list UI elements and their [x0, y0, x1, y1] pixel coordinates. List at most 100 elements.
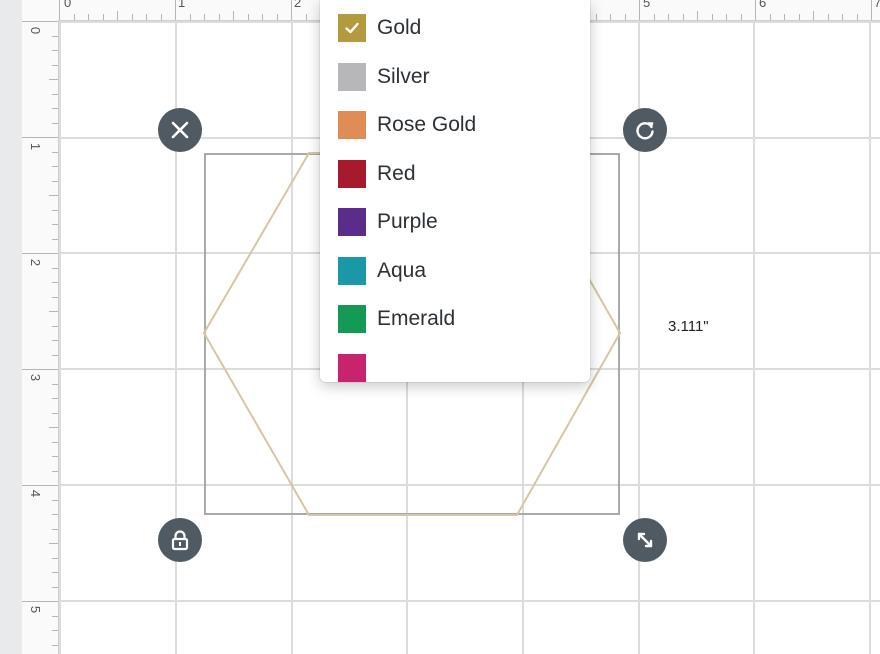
ruler-tick [22, 253, 58, 254]
color-option-label: Emerald [377, 307, 456, 330]
ruler-tick [52, 64, 58, 66]
color-swatch [338, 159, 366, 188]
ruler-tick [189, 14, 191, 20]
ruler-tick [871, 0, 872, 20]
color-option-label: Red [377, 161, 416, 185]
ruler-tick [88, 14, 89, 20]
ruler-tick [52, 180, 58, 182]
checkmark-icon [345, 22, 359, 34]
color-option[interactable]: Purple [320, 202, 590, 242]
color-option[interactable]: Red [320, 154, 590, 194]
color-option[interactable] [320, 348, 590, 383]
ruler-tick [49, 195, 58, 196]
ruler-tick [160, 14, 162, 20]
ruler-tick [52, 630, 58, 631]
ruler-label-7: 7 [874, 0, 880, 10]
ruler-tick [52, 296, 58, 298]
color-dropdown-menu[interactable]: Gold Silver Rose Gold Red Purple Aqua Emerald [320, 0, 590, 382]
ruler-tick [22, 369, 58, 370]
ruler-tick [52, 470, 58, 472]
ruler-tick [52, 572, 58, 573]
ruler-tick [52, 282, 58, 283]
rotate-handle[interactable] [623, 108, 667, 152]
ruler-tick [697, 11, 698, 20]
color-option-label: Rose Gold [377, 113, 477, 136]
color-option-label: Aqua [377, 258, 427, 282]
ruler-tick [22, 485, 58, 486]
ruler-tick [740, 14, 742, 20]
ruler-tick [146, 14, 147, 20]
ruler-tick [117, 11, 118, 20]
color-option[interactable]: Rose Gold [320, 105, 590, 145]
ruler-tick [52, 615, 58, 617]
ruler-tick [52, 499, 58, 501]
ruler-tick [52, 238, 58, 240]
ruler-tick [59, 0, 60, 20]
ruler-tick [102, 14, 104, 20]
ruler-tick [49, 311, 58, 312]
ruler-tick [52, 557, 58, 559]
rotate-icon [636, 122, 654, 140]
ruler-tick [827, 14, 829, 20]
ruler-tick [52, 166, 58, 167]
ruler-tick [262, 14, 263, 20]
lock-handle[interactable] [158, 518, 202, 562]
ruler-tick [52, 514, 58, 515]
grid-line [753, 21, 755, 654]
ruler-label-v0: 0 [28, 26, 44, 35]
ruler-tick [52, 441, 58, 443]
ruler-tick [595, 14, 597, 20]
ruler-tick [175, 0, 176, 20]
close-icon [171, 121, 189, 139]
ruler-tick [52, 340, 58, 341]
ruler-tick [624, 14, 626, 20]
ruler-label-6: 6 [759, 0, 767, 10]
delete-handle[interactable] [158, 108, 202, 152]
color-swatch [338, 208, 366, 236]
ruler-tick [73, 14, 75, 20]
ruler-label-v5: 5 [28, 605, 44, 614]
ruler-tick [52, 586, 58, 588]
ruler-tick [291, 0, 292, 20]
ruler-tick [204, 14, 205, 20]
ruler-label-v4: 4 [28, 489, 44, 498]
color-option[interactable]: Silver [320, 57, 590, 97]
ruler-tick [247, 14, 249, 20]
ruler-label-v1: 1 [28, 142, 44, 151]
ruler-tick [682, 14, 684, 20]
resize-handle[interactable] [623, 518, 667, 562]
ruler-tick [610, 14, 611, 20]
color-option[interactable]: Gold [320, 8, 590, 48]
left-ruler: 0 1 2 3 4 5 [22, 20, 59, 654]
ruler-tick [668, 14, 669, 20]
ruler-tick [22, 601, 58, 602]
lock-icon [171, 530, 189, 551]
ruler-tick [711, 14, 713, 20]
color-option[interactable]: Emerald [320, 299, 590, 339]
ruler-tick [52, 108, 58, 109]
ruler-tick [52, 209, 58, 211]
ruler-tick [798, 14, 800, 20]
ruler-tick [233, 11, 234, 20]
ruler-tick [52, 224, 58, 225]
ruler-tick [755, 0, 756, 20]
ruler-tick [653, 14, 655, 20]
ruler-tick [813, 11, 814, 20]
ruler-tick [305, 14, 307, 20]
ruler-tick [769, 14, 771, 20]
ruler-label-1: 1 [178, 0, 186, 10]
ruler-label-2: 2 [294, 0, 302, 10]
color-option[interactable]: Aqua [320, 251, 590, 291]
ruler-tick [726, 14, 727, 20]
ruler-tick [856, 14, 858, 20]
color-swatch [338, 62, 366, 91]
color-option-label: Purple [377, 210, 438, 233]
ruler-tick [639, 0, 640, 20]
color-swatch [338, 111, 366, 139]
ruler-tick [52, 151, 58, 153]
ruler-tick [52, 50, 58, 51]
color-swatch [338, 353, 366, 382]
ruler-tick [49, 427, 58, 428]
ruler-tick [276, 14, 278, 20]
left-panel-edge [0, 0, 22, 654]
